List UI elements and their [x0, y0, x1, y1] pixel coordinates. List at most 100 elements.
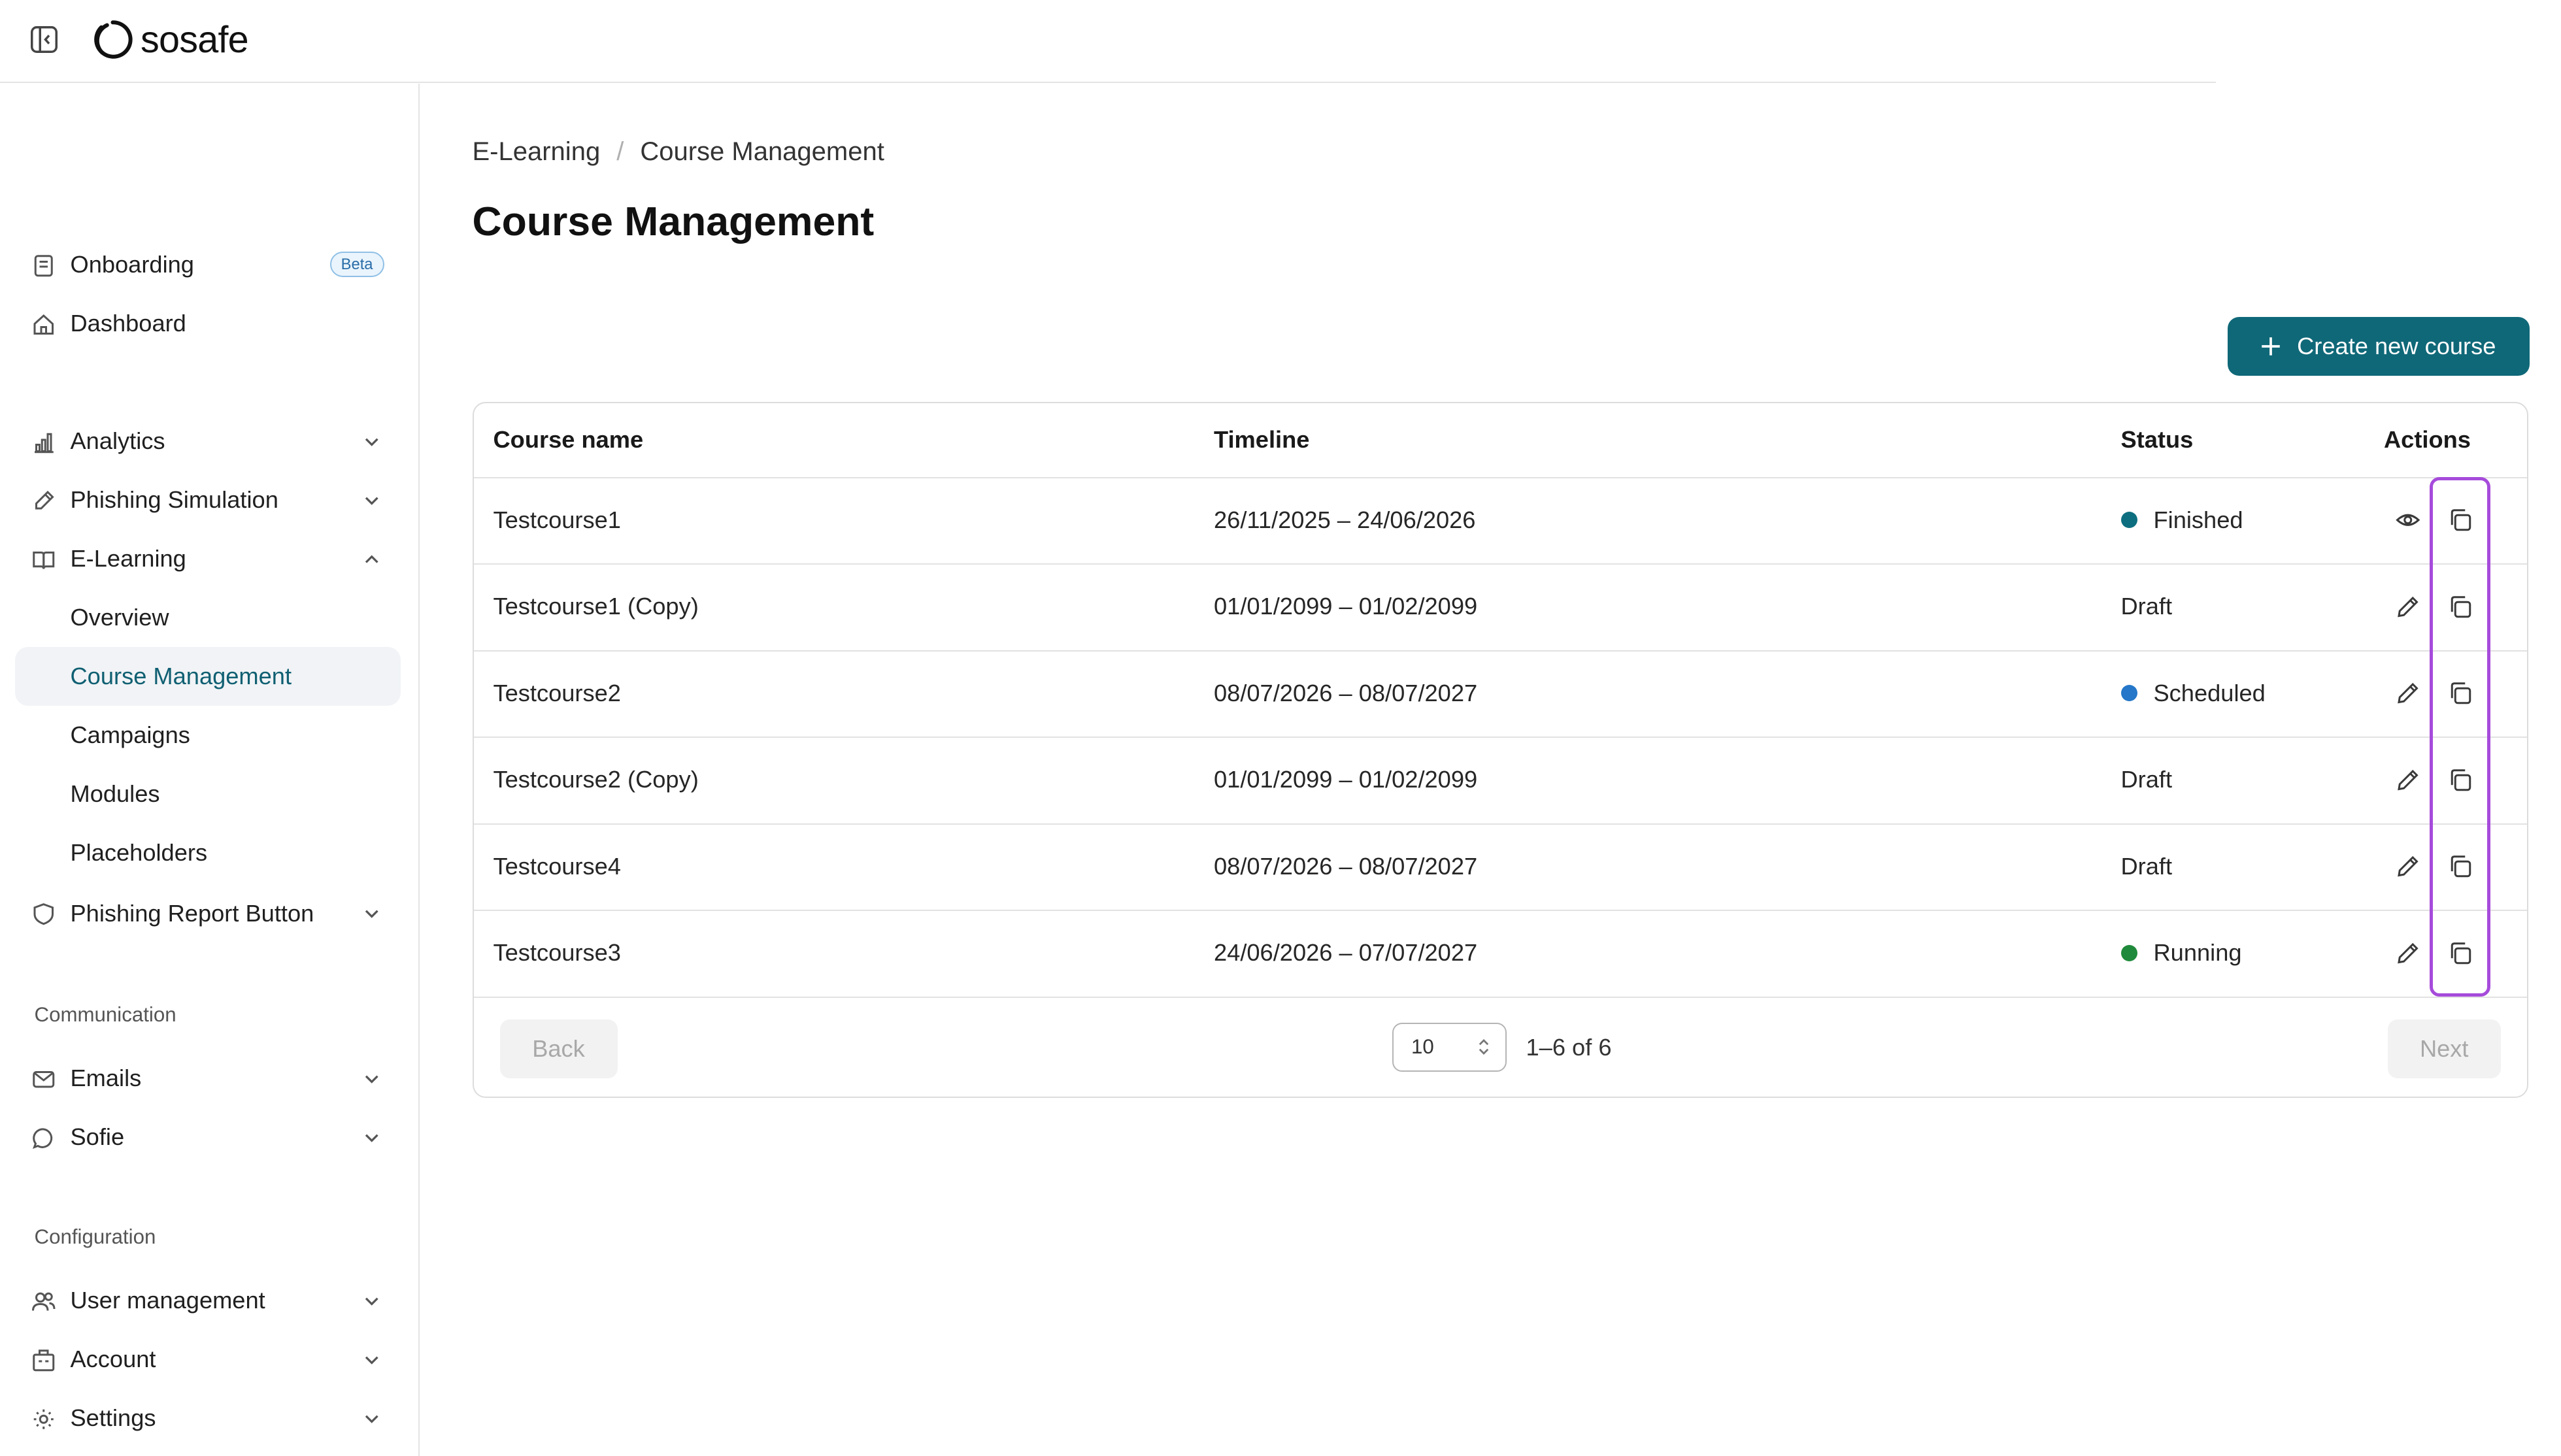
page-size-select[interactable]: 10 [1392, 1022, 1507, 1072]
pagination: Back 10 1–6 of 6 Next [474, 998, 2527, 1097]
edit-pencil-icon[interactable] [2396, 595, 2420, 620]
sidebar-item-onboarding[interactable]: Onboarding Beta [15, 235, 401, 294]
sidebar-item-label: User management [70, 1287, 265, 1314]
sidebar-item-label: Onboarding [70, 251, 194, 278]
sidebar-item-label: Settings [70, 1404, 156, 1431]
status-badge: Finished [2120, 477, 2243, 564]
chevron-down-icon [365, 910, 378, 918]
page-size-value: 10 [1411, 1035, 1434, 1058]
sidebar-item-settings[interactable]: Settings [15, 1389, 401, 1448]
status-dot [2120, 685, 2137, 702]
plus-icon [2262, 337, 2280, 356]
chevron-up-icon [365, 554, 378, 563]
course-timeline: 08/07/2026 – 08/07/2027 [1214, 852, 1478, 880]
sidebar-toggle-icon[interactable] [29, 25, 59, 54]
status-text: Scheduled [2153, 679, 2266, 706]
sidebar: Onboarding Beta Dashboard Analytics Phis… [0, 83, 420, 1456]
sidebar-item-account[interactable]: Account [15, 1330, 401, 1389]
table-row: Testcourse2 08/07/2026 – 08/07/2027 Schedu… [473, 650, 2527, 738]
status-text: Running [2153, 939, 2242, 967]
sidebar-item-label: Placeholders [70, 839, 208, 866]
status-text: Draft [2120, 593, 2173, 620]
copy-icon[interactable] [2448, 768, 2473, 793]
status-text: Draft [2120, 766, 2173, 793]
chat-bubble-icon [32, 1127, 52, 1149]
course-name: Testcourse2 (Copy) [493, 766, 699, 793]
column-header-status: Status [2120, 426, 2194, 454]
status-badge: Scheduled [2120, 650, 2266, 737]
pagination-back-button[interactable]: Back [499, 1019, 618, 1078]
sidebar-item-phishing-report-button[interactable]: Phishing Report Button [15, 884, 401, 943]
section-label-configuration: Configuration [34, 1225, 156, 1248]
users-icon [31, 1292, 55, 1311]
course-timeline: 01/01/2099 – 01/02/2099 [1214, 593, 1478, 620]
create-new-course-label: Create new course [2297, 333, 2496, 359]
breadcrumb: E-Learning / Course Management [473, 137, 884, 167]
sidebar-item-campaigns[interactable]: Campaigns [15, 706, 401, 765]
sidebar-item-phishing-simulation[interactable]: Phishing Simulation [15, 471, 401, 529]
chevron-down-icon [365, 1415, 378, 1423]
chevron-down-icon [365, 1297, 378, 1306]
status-badge: Draft [2121, 563, 2173, 650]
table-header: Course name Timeline Status Actions [473, 403, 2527, 478]
sidebar-item-analytics[interactable]: Analytics [15, 412, 401, 471]
breadcrumb-elearning-link[interactable]: E-Learning [473, 137, 601, 167]
view-eye-icon[interactable] [2395, 508, 2420, 533]
course-name: Testcourse2 [493, 679, 621, 706]
home-icon [33, 314, 54, 335]
sidebar-item-emails[interactable]: Emails [15, 1049, 401, 1108]
edit-pencil-icon[interactable] [2396, 768, 2420, 793]
column-header-course-name: Course name [493, 426, 644, 454]
sosafe-logo-icon [94, 20, 133, 59]
logo[interactable]: sosafe [92, 18, 249, 61]
status-text: Draft [2120, 852, 2173, 880]
create-new-course-button[interactable]: Create new course [2227, 317, 2530, 376]
sidebar-item-overview[interactable]: Overview [15, 588, 401, 647]
status-badge: Draft [2121, 736, 2173, 823]
sidebar-item-user-management[interactable]: User management [15, 1271, 401, 1330]
page-title: Course Management [472, 198, 875, 244]
sidebar-item-label: Dashboard [70, 310, 186, 337]
chevron-down-icon [365, 1134, 378, 1142]
sidebar-item-course-management[interactable]: Course Management [14, 647, 401, 706]
sidebar-item-label: Campaigns [70, 721, 190, 748]
hook-icon [35, 490, 54, 509]
table-row: Testcourse4 08/07/2026 – 08/07/2027 Draft [473, 823, 2527, 911]
bar-chart-icon [34, 433, 54, 453]
sidebar-item-modules[interactable]: Modules [15, 765, 401, 823]
status-text: Finished [2153, 506, 2243, 533]
edit-pencil-icon[interactable] [2396, 681, 2420, 706]
edit-pencil-icon[interactable] [2396, 854, 2420, 879]
status-badge: Draft [2121, 823, 2173, 910]
shield-icon [33, 903, 54, 925]
table-row: Testcourse1 (Copy) 01/01/2099 – 01/02/209… [473, 563, 2527, 652]
pagination-next-button[interactable]: Next [2388, 1019, 2501, 1078]
table-row: Testcourse1 26/11/2025 – 24/06/2026 Finish… [473, 477, 2527, 565]
copy-icon[interactable] [2448, 681, 2473, 706]
copy-icon[interactable] [2448, 508, 2473, 533]
sidebar-item-dashboard[interactable]: Dashboard [15, 294, 401, 353]
course-name: Testcourse1 [493, 506, 621, 533]
sidebar-item-label: Analytics [70, 427, 165, 454]
course-timeline: 26/11/2025 – 24/06/2026 [1214, 506, 1476, 533]
sidebar-item-label: E-Learning [70, 545, 186, 572]
sidebar-item-elearning[interactable]: E-Learning [15, 529, 401, 588]
sidebar-item-label: Emails [70, 1065, 142, 1091]
sidebar-item-label: Phishing Report Button [70, 899, 314, 927]
course-timeline: 24/06/2026 – 07/07/2027 [1214, 939, 1478, 967]
sidebar-item-sofie[interactable]: Sofie [15, 1108, 401, 1166]
top-bar: sosafe [0, 0, 2216, 83]
copy-icon[interactable] [2448, 595, 2473, 620]
edit-pencil-icon[interactable] [2396, 941, 2420, 966]
app-root: sosafe Onboarding Beta Dashboard Analyti… [0, 0, 2561, 1456]
status-dot [2120, 512, 2137, 529]
sidebar-item-placeholders[interactable]: Placeholders [15, 823, 401, 882]
copy-icon[interactable] [2448, 941, 2473, 966]
logo-text: sosafe [141, 18, 249, 61]
section-label-communication: Communication [34, 1003, 176, 1026]
sidebar-item-label: Course Management [70, 663, 292, 689]
course-timeline: 08/07/2026 – 08/07/2027 [1214, 679, 1478, 706]
copy-icon[interactable] [2448, 854, 2473, 879]
course-name: Testcourse3 [493, 939, 621, 967]
chevron-down-icon [365, 438, 378, 446]
